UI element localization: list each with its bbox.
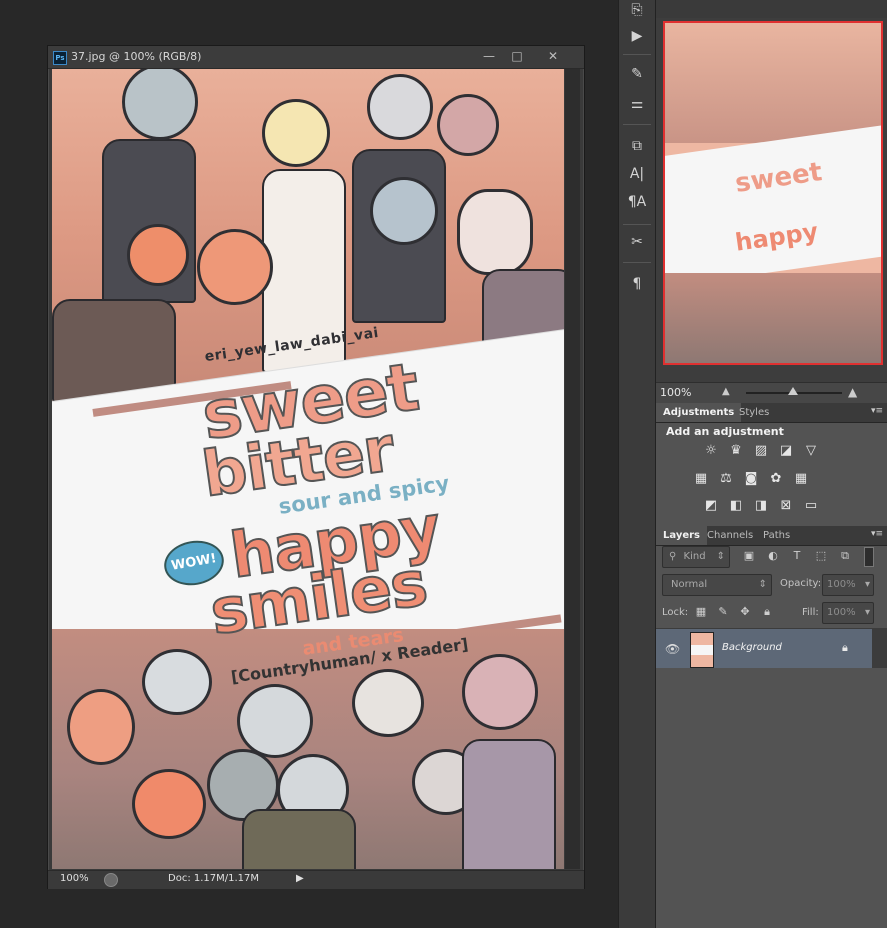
levels-icon[interactable]: ♛ (727, 443, 745, 459)
invert-icon[interactable]: ◩ (702, 498, 720, 514)
fill-input[interactable]: 100% ▾ (822, 602, 874, 624)
history-brush-icon[interactable]: ⎘ (626, 0, 648, 20)
panel-menu-icon[interactable]: ▾≡ (871, 406, 883, 416)
adjustments-title: Add an adjustment (666, 425, 784, 438)
search-icon: ⚲ (669, 551, 677, 562)
document-titlebar[interactable]: Ps 37.jpg @ 100% (RGB/8) — □ ✕ (48, 46, 584, 69)
layer-filter-kind[interactable]: ⚲ Kind ⇕ (662, 546, 730, 568)
layer-row-background[interactable]: 👁︎ Background 🔒︎ (656, 628, 872, 670)
character-icon[interactable]: A| (626, 164, 648, 184)
document-window[interactable]: Ps 37.jpg @ 100% (RGB/8) — □ ✕ eri_yew_l… (47, 45, 585, 889)
selective-color-icon[interactable]: ⊠ (777, 498, 795, 514)
visibility-eye-icon[interactable]: 👁︎ (665, 642, 680, 656)
navigator-zoom-slider-handle[interactable] (788, 387, 798, 395)
maximize-button[interactable]: □ (504, 48, 530, 65)
panel-scrollbar[interactable] (872, 628, 887, 668)
zoom-out-icon[interactable]: ▲ (722, 386, 730, 397)
threshold-icon[interactable]: ◨ (752, 498, 770, 514)
tool-presets-icon[interactable]: ✂ (626, 232, 648, 252)
zoom-in-icon[interactable]: ▲ (848, 385, 857, 399)
opacity-label: Opacity: (780, 578, 822, 589)
status-zoom[interactable]: 100% (60, 873, 89, 884)
blend-mode-select[interactable]: Normal ⇕ (662, 574, 772, 596)
opacity-input[interactable]: 100% ▾ (822, 574, 874, 596)
chevron-down-icon: ▾ (864, 607, 870, 618)
hue-saturation-icon[interactable]: ▦ (692, 471, 710, 487)
exposure-icon[interactable]: ◪ (777, 443, 795, 459)
navigator-zoom-value[interactable]: 100% (660, 386, 691, 399)
channel-mixer-icon[interactable]: ▦ (792, 471, 810, 487)
curves-icon[interactable]: ▨ (752, 443, 770, 459)
black-white-icon[interactable]: ◙ (742, 471, 760, 487)
chevron-down-icon: ▾ (864, 579, 870, 590)
color-balance-icon[interactable]: ⚖ (717, 471, 735, 487)
filter-pixel-icon[interactable]: ▣ (742, 549, 756, 563)
lock-position-icon[interactable]: ✥ (738, 605, 752, 619)
filter-adjustment-icon[interactable]: ◐ (766, 549, 780, 563)
clone-source-icon[interactable]: ⧉ (626, 136, 648, 156)
vertical-scrollbar[interactable] (565, 69, 580, 869)
filter-shape-icon[interactable]: ⬚ (814, 549, 828, 563)
layers-panel-menu-icon[interactable]: ▾≡ (871, 529, 883, 539)
posterize-icon[interactable]: ◧ (727, 498, 745, 514)
navigator-thumbnail[interactable]: sweet happy (663, 21, 883, 365)
document-status-bar: 100% Doc: 1.17M/1.17M ▶ (48, 870, 584, 889)
layer-lock-icon: 🔒︎ (842, 641, 848, 654)
adjustments-tabbar: Adjustments Styles ▾≡ (656, 403, 887, 423)
status-menu-arrow-icon[interactable]: ▶ (296, 873, 306, 885)
paragraph-style-icon[interactable]: ¶A (626, 192, 648, 212)
vibrance-icon[interactable]: ▽ (802, 443, 820, 459)
lock-image-icon[interactable]: ✎ (716, 605, 730, 619)
brightness-icon[interactable]: ☼ (702, 443, 720, 459)
photoshop-logo-icon: Ps (53, 51, 67, 65)
document-title: 37.jpg @ 100% (RGB/8) (71, 50, 202, 63)
navigator-zoom-bar: 100% ▲ ▲ (656, 382, 887, 404)
paragraph-icon[interactable]: ¶ (626, 274, 648, 294)
gradient-map-icon[interactable]: ▭ (802, 498, 820, 514)
filter-smart-object-icon[interactable]: ⧉ (838, 549, 852, 563)
minimize-button[interactable]: — (476, 48, 502, 65)
filter-type-icon[interactable]: T (790, 549, 804, 563)
proof-icon[interactable] (104, 873, 118, 887)
layers-list-empty-area (656, 668, 887, 928)
layer-thumbnail (690, 632, 714, 668)
tab-styles[interactable]: Styles (732, 403, 776, 422)
adjust-sliders-icon[interactable]: ⚌ (626, 94, 648, 114)
status-doc-size: Doc: 1.17M/1.17M (168, 873, 260, 884)
lock-all-icon[interactable]: 🔒︎ (760, 605, 774, 619)
lock-label: Lock: (662, 607, 689, 618)
panel-toolstrip: ⎘ ▶ ✎ ⚌ ⧉ A| ¶A ✂ ¶ (618, 0, 656, 928)
chevron-down-icon: ⇕ (758, 579, 767, 590)
image-canvas[interactable]: eri_yew_law_dabi_vai sweet bitter sour a… (52, 69, 564, 869)
tab-channels[interactable]: Channels (700, 526, 760, 545)
layer-name[interactable]: Background (722, 642, 782, 653)
play-icon[interactable]: ▶ (626, 26, 648, 46)
tab-paths[interactable]: Paths (756, 526, 797, 545)
lock-transparent-icon[interactable]: ▦ (694, 605, 708, 619)
filter-toggle-switch[interactable] (864, 547, 874, 567)
right-panel-dock: sweet happy 100% ▲ ▲ Adjustments Styles … (656, 0, 887, 928)
chevron-down-icon: ⇕ (716, 551, 725, 562)
fill-label: Fill: (802, 607, 819, 618)
layers-tabbar: Layers Channels Paths ▾≡ (656, 526, 887, 546)
photo-filter-icon[interactable]: ✿ (767, 471, 785, 487)
navigator-panel[interactable]: sweet happy (656, 18, 887, 382)
brush-options-icon[interactable]: ✎ (626, 64, 648, 84)
close-button[interactable]: ✕ (540, 48, 566, 65)
tab-adjustments[interactable]: Adjustments (656, 403, 742, 422)
